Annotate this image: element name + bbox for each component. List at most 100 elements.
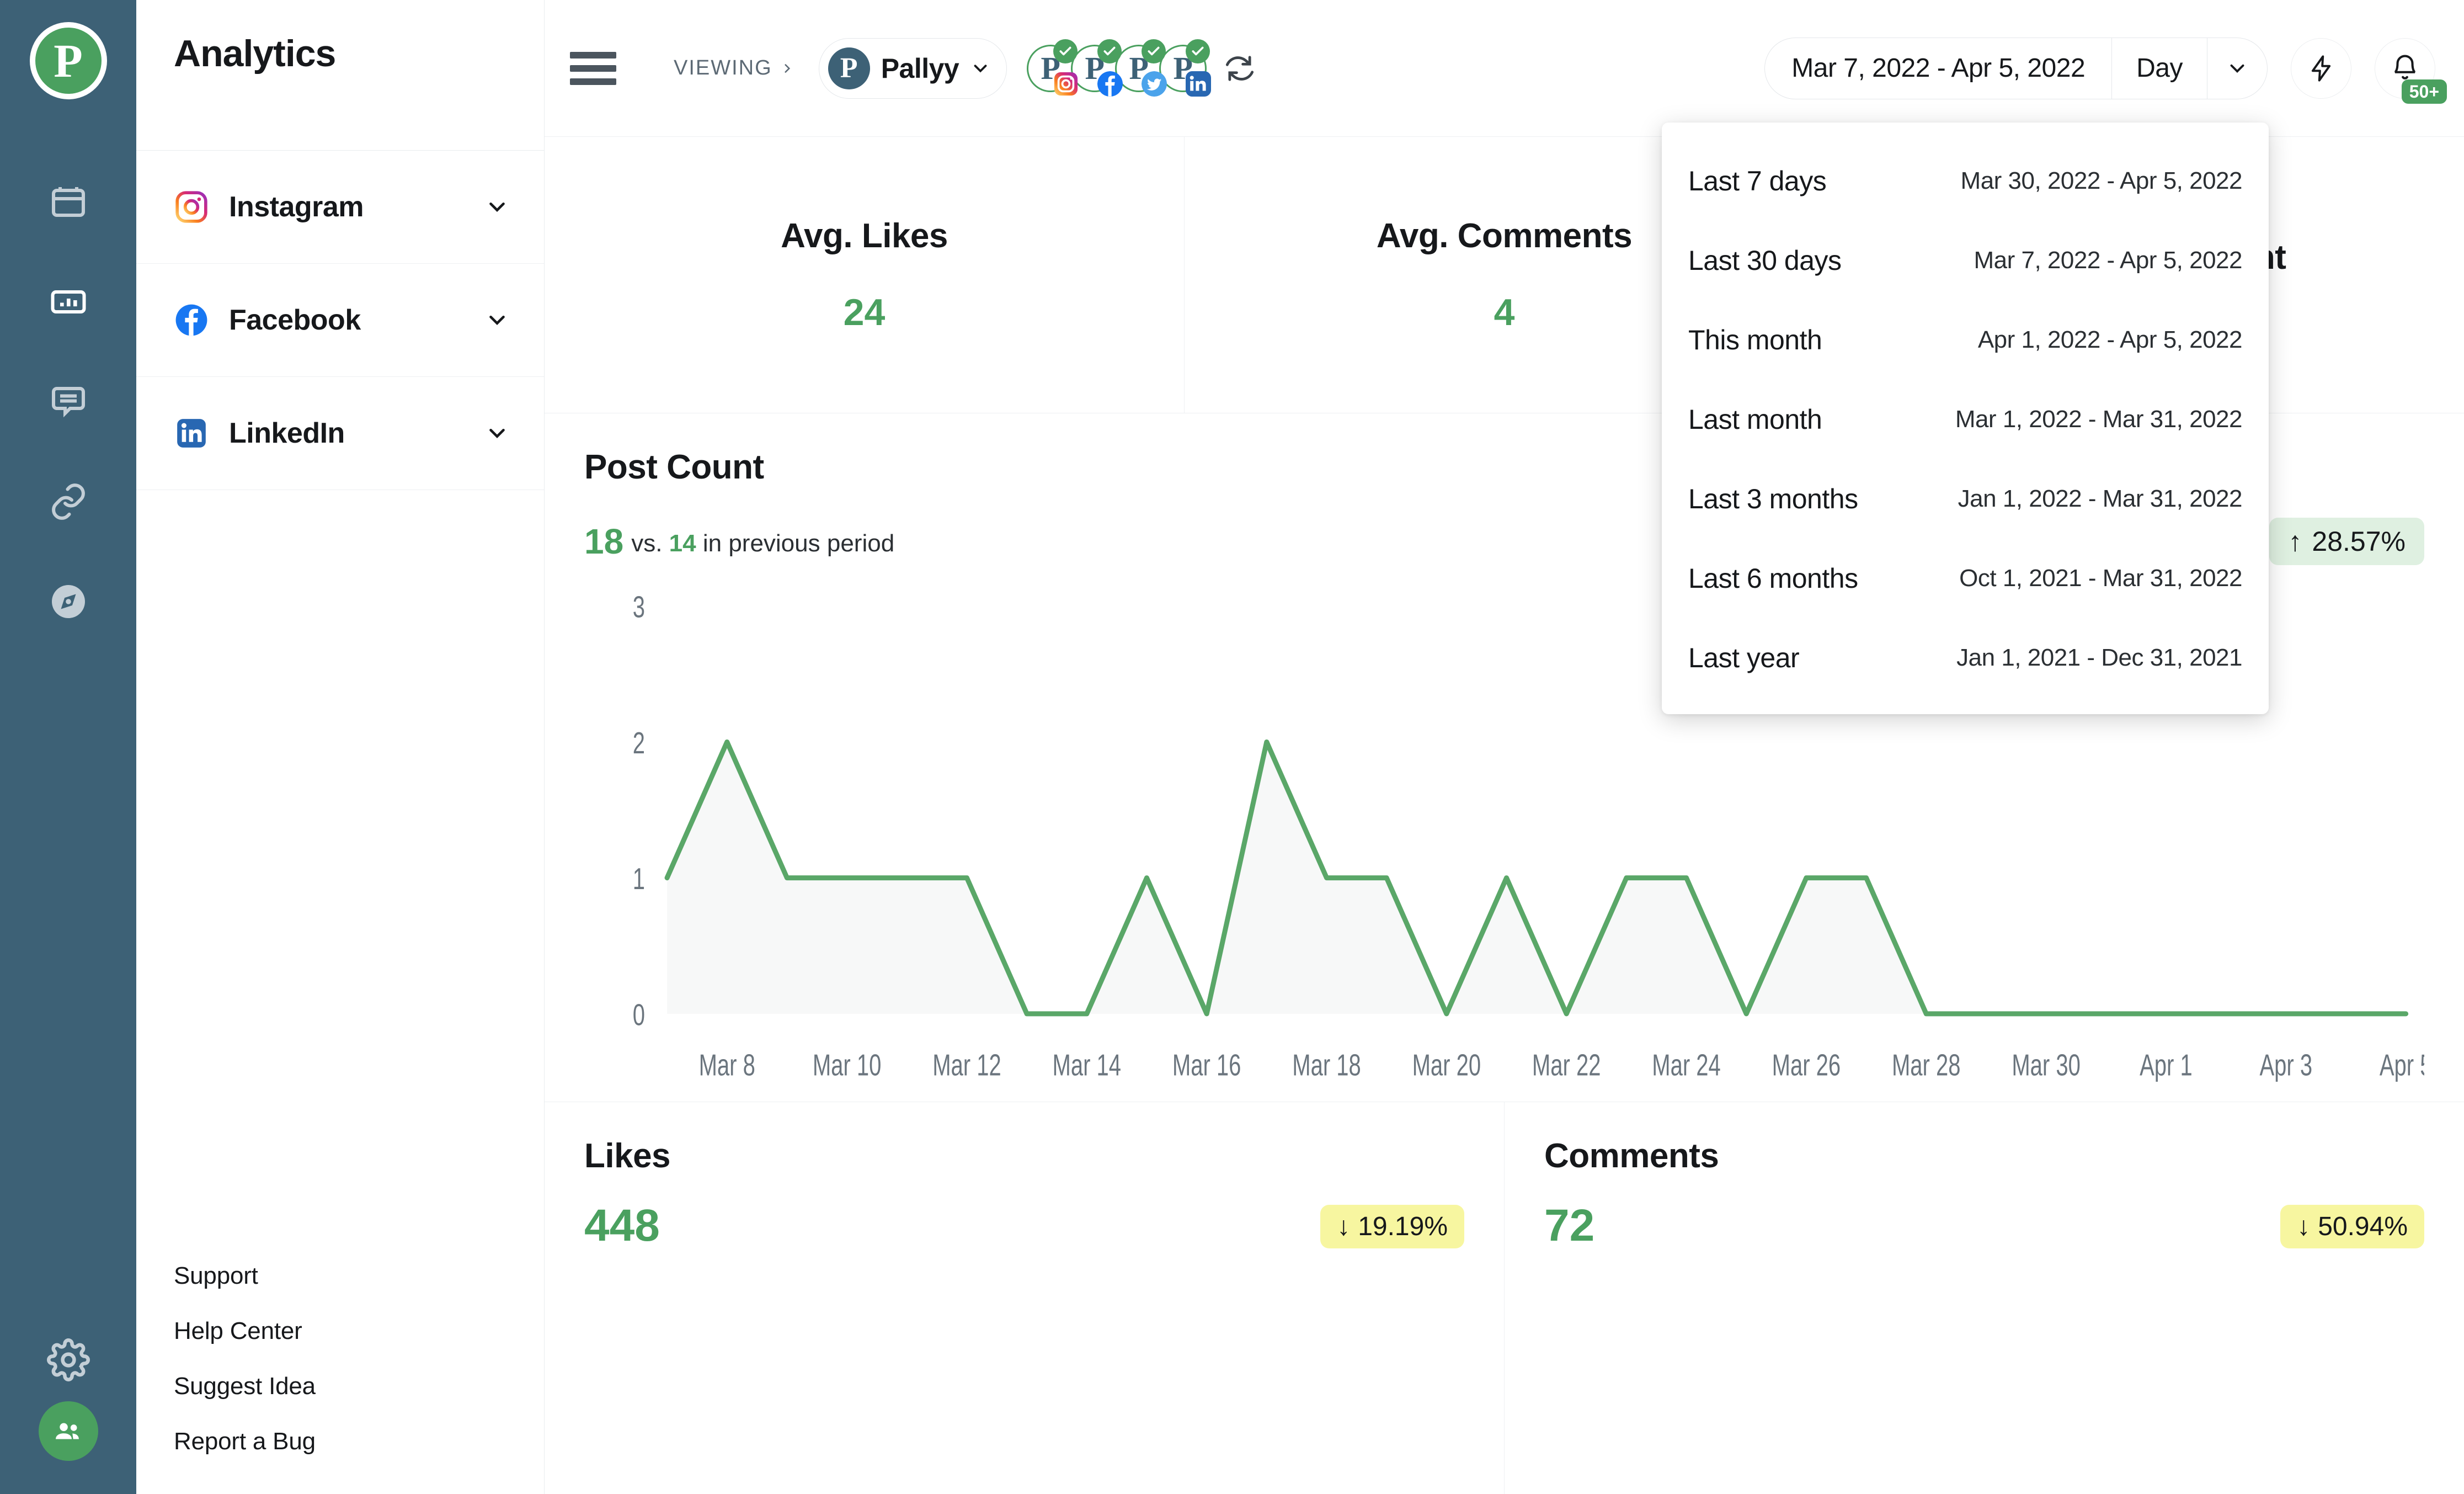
status-badge: ↓ 19.19% [1320, 1205, 1464, 1248]
analytics-bar-chart-icon[interactable] [0, 252, 136, 352]
x-axis-tick: Mar 18 [1292, 1049, 1361, 1082]
sidebar-item-label: LinkedIn [229, 417, 345, 449]
x-axis-tick: Mar 20 [1412, 1049, 1481, 1082]
viewing-label: VIEWING [674, 56, 772, 79]
sidebar-item-label: Facebook [229, 304, 361, 336]
instagram-icon [174, 189, 209, 225]
facebook-icon [1097, 71, 1123, 97]
preset-label: Last 30 days [1688, 245, 1842, 276]
verified-check-icon [1142, 39, 1166, 63]
stat-label: Avg. Comments [1376, 216, 1633, 255]
chevron-down-icon[interactable] [484, 194, 510, 220]
chevron-down-icon[interactable] [2207, 38, 2267, 99]
sidebar-footer: Support Help Center Suggest Idea Report … [136, 1262, 544, 1494]
preset-label: Last year [1688, 642, 1800, 673]
status-badge: ↑ 28.57% [2269, 518, 2424, 565]
x-axis-tick: Apr 3 [2259, 1049, 2312, 1082]
preset-range: Oct 1, 2021 - Mar 31, 2022 [1959, 565, 2242, 592]
sidebar-item-linkedin[interactable]: LinkedIn [136, 377, 544, 490]
connected-accounts: P P P P [1027, 39, 1212, 97]
app-logo[interactable]: P [29, 22, 107, 99]
chevron-down-icon[interactable] [484, 307, 510, 333]
y-axis-tick: 0 [633, 998, 645, 1032]
sidebar-item-instagram[interactable]: Instagram [136, 151, 544, 264]
analytics-sidebar: Analytics Instagram Facebook LinkedIn Su… [136, 0, 545, 1494]
x-axis-tick: Mar 16 [1172, 1049, 1241, 1082]
preset-range: Mar 7, 2022 - Apr 5, 2022 [1974, 247, 2243, 274]
x-axis-tick: Mar 30 [2012, 1049, 2081, 1082]
arrow-down-icon: ↓ [2297, 1212, 2311, 1241]
brand-avatar: P [828, 47, 870, 89]
date-preset-last-30-days[interactable]: Last 30 days Mar 7, 2022 - Apr 5, 2022 [1662, 221, 2269, 300]
x-axis-tick: Mar 10 [813, 1049, 882, 1082]
x-axis-tick: Mar 22 [1532, 1049, 1601, 1082]
preset-range: Jan 1, 2021 - Dec 31, 2021 [1956, 644, 2242, 671]
date-range-picker: Mar 7, 2022 - Apr 5, 2022 Day [1764, 37, 2268, 99]
report-bug-link[interactable]: Report a Bug [174, 1428, 544, 1455]
stat-label: Avg. Likes [781, 216, 948, 255]
date-preset-this-month[interactable]: This month Apr 1, 2022 - Apr 5, 2022 [1662, 300, 2269, 380]
brand-name: Pallyy [881, 52, 959, 84]
verified-check-icon [1186, 39, 1210, 63]
change-percent: 28.57% [2312, 526, 2406, 557]
lightning-bolt-button[interactable] [2291, 38, 2351, 99]
calendar-icon[interactable] [0, 152, 136, 252]
hamburger-icon[interactable] [570, 51, 616, 85]
help-center-link[interactable]: Help Center [174, 1317, 544, 1345]
date-controls: Mar 7, 2022 - Apr 5, 2022 Day 50+ [1764, 37, 2447, 104]
y-axis-tick: 1 [633, 863, 645, 896]
x-axis-tick: Mar 28 [1892, 1049, 1961, 1082]
card-title: Comments [1544, 1137, 1719, 1175]
card-value-row: 72 ↓ 50.94% [1544, 1203, 2424, 1248]
x-axis-tick: Mar 8 [699, 1049, 755, 1082]
preset-label: Last month [1688, 404, 1822, 435]
date-preset-last-6-months[interactable]: Last 6 months Oct 1, 2021 - Mar 31, 2022 [1662, 539, 2269, 618]
linkedin-icon [1186, 71, 1212, 97]
stat-value: 24 [843, 291, 886, 333]
account-avatar-instagram[interactable]: P [1027, 39, 1078, 95]
link-icon[interactable] [0, 451, 136, 551]
chevron-down-icon [974, 64, 987, 72]
facebook-icon [174, 302, 209, 338]
top-toolbar: VIEWING P Pallyy P P P P Mar 7, 2022 - A… [545, 0, 2464, 137]
date-preset-last-3-months[interactable]: Last 3 months Jan 1, 2022 - Mar 31, 2022 [1662, 459, 2269, 539]
preset-range: Jan 1, 2022 - Mar 31, 2022 [1958, 485, 2243, 512]
twitter-icon [1142, 71, 1167, 97]
instagram-icon [1053, 71, 1079, 97]
preset-label: Last 3 months [1688, 483, 1858, 514]
verified-check-icon [1097, 39, 1122, 63]
granularity-value[interactable]: Day [2112, 38, 2207, 99]
chart-summary: 18 vs. 14 in previous period [584, 521, 894, 562]
preset-label: This month [1688, 325, 1822, 355]
refresh-icon[interactable] [1222, 51, 1257, 86]
x-axis-tick: Mar 12 [932, 1049, 1001, 1082]
compass-icon[interactable] [0, 551, 136, 651]
date-preset-last-year[interactable]: Last year Jan 1, 2021 - Dec 31, 2021 [1662, 618, 2269, 698]
chevron-down-icon[interactable] [484, 421, 510, 446]
brand-selector[interactable]: P Pallyy [818, 38, 1007, 99]
date-range-value[interactable]: Mar 7, 2022 - Apr 5, 2022 [1765, 38, 2111, 99]
previous-value: 14 [669, 530, 696, 557]
card-title: Likes [584, 1137, 671, 1175]
icon-rail: P [0, 0, 136, 1494]
comments-card: Comments 72 ↓ 50.94% [1505, 1102, 2464, 1494]
team-avatar-icon[interactable] [38, 1401, 98, 1461]
sidebar-item-label: Instagram [229, 191, 364, 223]
support-link[interactable]: Support [174, 1262, 544, 1290]
rail-bottom-section [0, 1318, 136, 1494]
notifications-button[interactable]: 50+ [2375, 38, 2447, 104]
card-value: 448 [584, 1200, 660, 1251]
comments-icon[interactable] [0, 352, 136, 451]
gear-icon[interactable] [0, 1318, 136, 1401]
y-axis-tick: 3 [633, 591, 645, 624]
date-preset-last-month[interactable]: Last month Mar 1, 2022 - Mar 31, 2022 [1662, 380, 2269, 459]
suggest-idea-link[interactable]: Suggest Idea [174, 1373, 544, 1400]
date-preset-last-7-days[interactable]: Last 7 days Mar 30, 2022 - Apr 5, 2022 [1662, 141, 2269, 221]
vs-suffix: in previous period [702, 530, 895, 557]
sidebar-item-facebook[interactable]: Facebook [136, 264, 544, 377]
card-value: 72 [1544, 1200, 1595, 1251]
change-percent: 50.94% [2318, 1212, 2408, 1241]
status-badge: ↓ 50.94% [2280, 1205, 2424, 1248]
lightning-bolt-icon [2311, 55, 2331, 82]
x-axis-tick: Apr 1 [2140, 1049, 2193, 1082]
